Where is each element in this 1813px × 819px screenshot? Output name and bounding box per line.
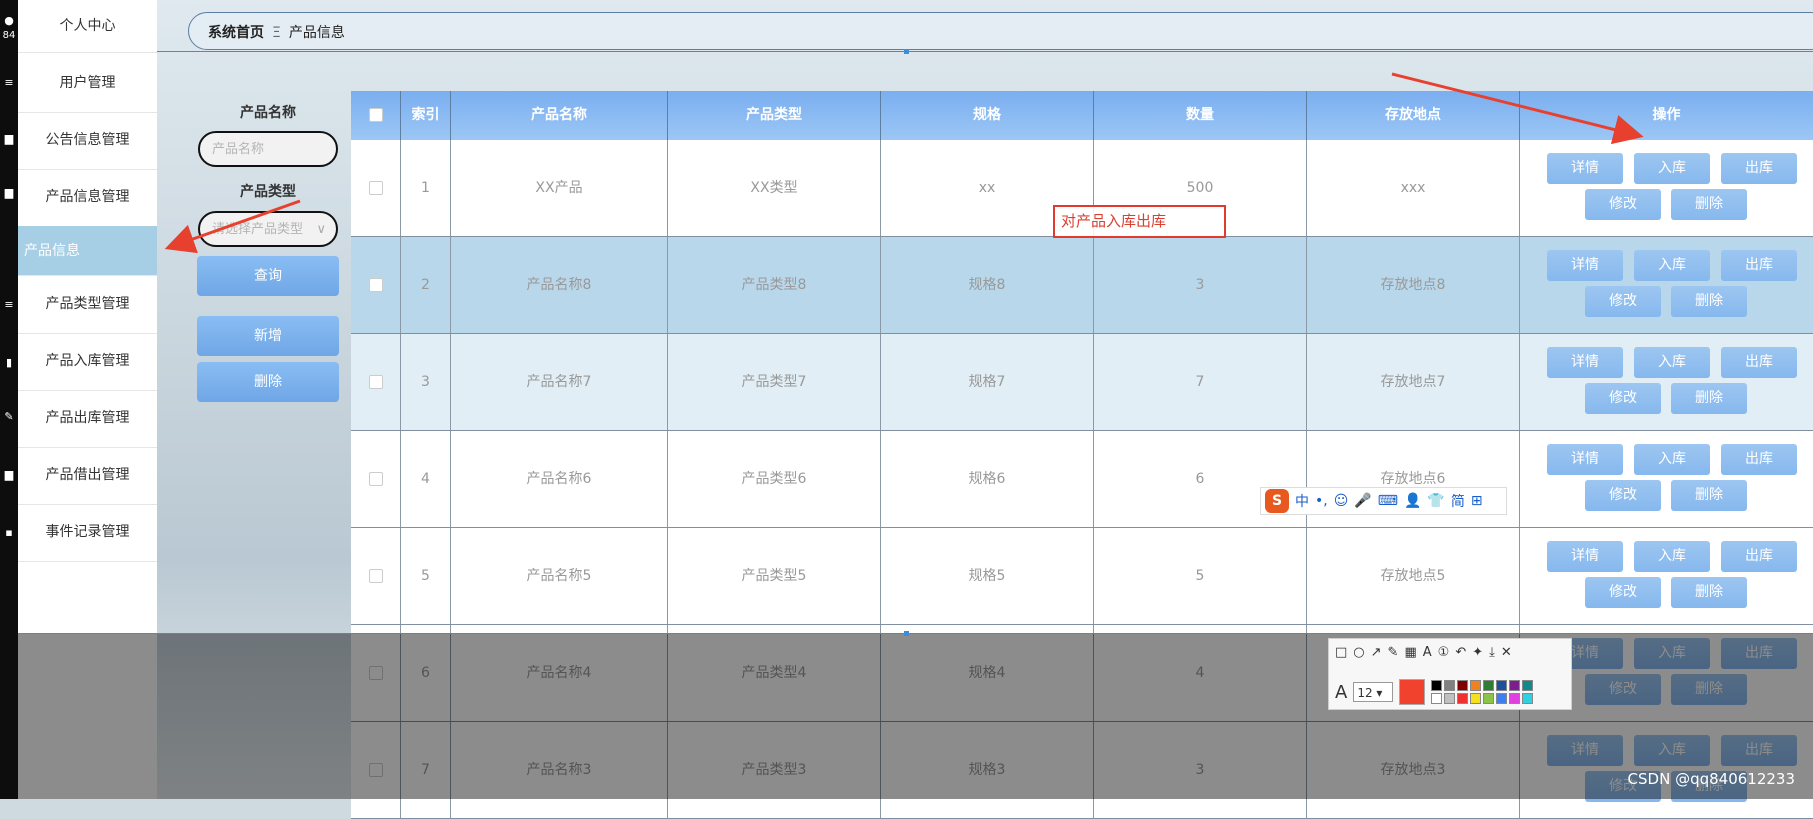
- annotation-arrows: [164, 72, 1644, 254]
- arrow-to-actions: [1391, 72, 1644, 145]
- watermark: CSDN @qq840612233: [1627, 770, 1795, 788]
- arrow-to-sidebar: [164, 199, 301, 254]
